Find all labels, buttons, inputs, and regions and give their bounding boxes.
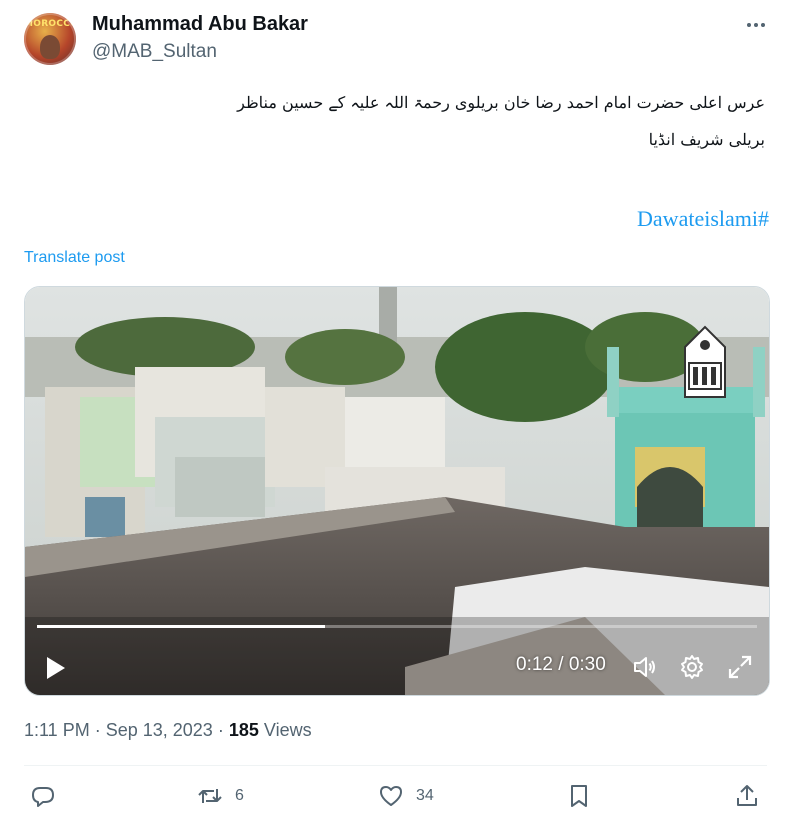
video-player[interactable]: 0:12 / 0:30 bbox=[24, 286, 770, 696]
share-icon bbox=[737, 785, 757, 806]
post-date[interactable]: Sep 13, 2023 bbox=[106, 720, 213, 740]
like-count: 34 bbox=[416, 787, 434, 804]
like-button[interactable]: 34 bbox=[378, 782, 434, 810]
repost-icon bbox=[198, 789, 222, 803]
volume-icon[interactable] bbox=[631, 654, 657, 680]
video-frame bbox=[25, 287, 769, 695]
video-progress-fill bbox=[37, 625, 325, 628]
views-label: Views bbox=[263, 720, 312, 740]
heart-icon bbox=[380, 786, 402, 806]
video-time: 0:12 / 0:30 bbox=[516, 654, 606, 675]
bookmark-icon bbox=[571, 785, 587, 807]
share-button[interactable] bbox=[734, 782, 760, 810]
views-count: 185 bbox=[228, 720, 259, 740]
video-progress-bar[interactable] bbox=[37, 625, 757, 628]
repost-count: 6 bbox=[235, 787, 244, 804]
avatar[interactable]: MOROCCO bbox=[24, 13, 76, 65]
post-text-line-2: بریلی شریف انڈیا bbox=[648, 130, 765, 149]
repost-button[interactable]: 6 bbox=[197, 782, 244, 810]
more-options-icon[interactable] bbox=[742, 12, 770, 38]
settings-gear-icon[interactable] bbox=[679, 654, 705, 680]
author-handle[interactable]: @MAB_Sultan bbox=[92, 41, 217, 63]
hashtag-link[interactable]: Dawateislami# bbox=[637, 206, 769, 232]
author-name[interactable]: Muhammad Abu Bakar bbox=[92, 13, 308, 36]
post-time[interactable]: 1:11 PM bbox=[24, 720, 90, 740]
fullscreen-icon[interactable] bbox=[727, 654, 753, 680]
divider bbox=[24, 765, 767, 766]
reply-icon bbox=[32, 787, 54, 807]
post-meta: 1:11 PM · Sep 13, 2023 · 185 Views bbox=[24, 720, 312, 740]
post-text-line-1: عرس اعلی حضرت امام احمد رضا خان بریلوی ر… bbox=[237, 93, 765, 112]
bookmark-button[interactable] bbox=[566, 782, 592, 810]
play-icon[interactable] bbox=[41, 653, 69, 683]
reply-button[interactable] bbox=[30, 782, 56, 810]
translate-post-link[interactable]: Translate post bbox=[24, 249, 125, 267]
